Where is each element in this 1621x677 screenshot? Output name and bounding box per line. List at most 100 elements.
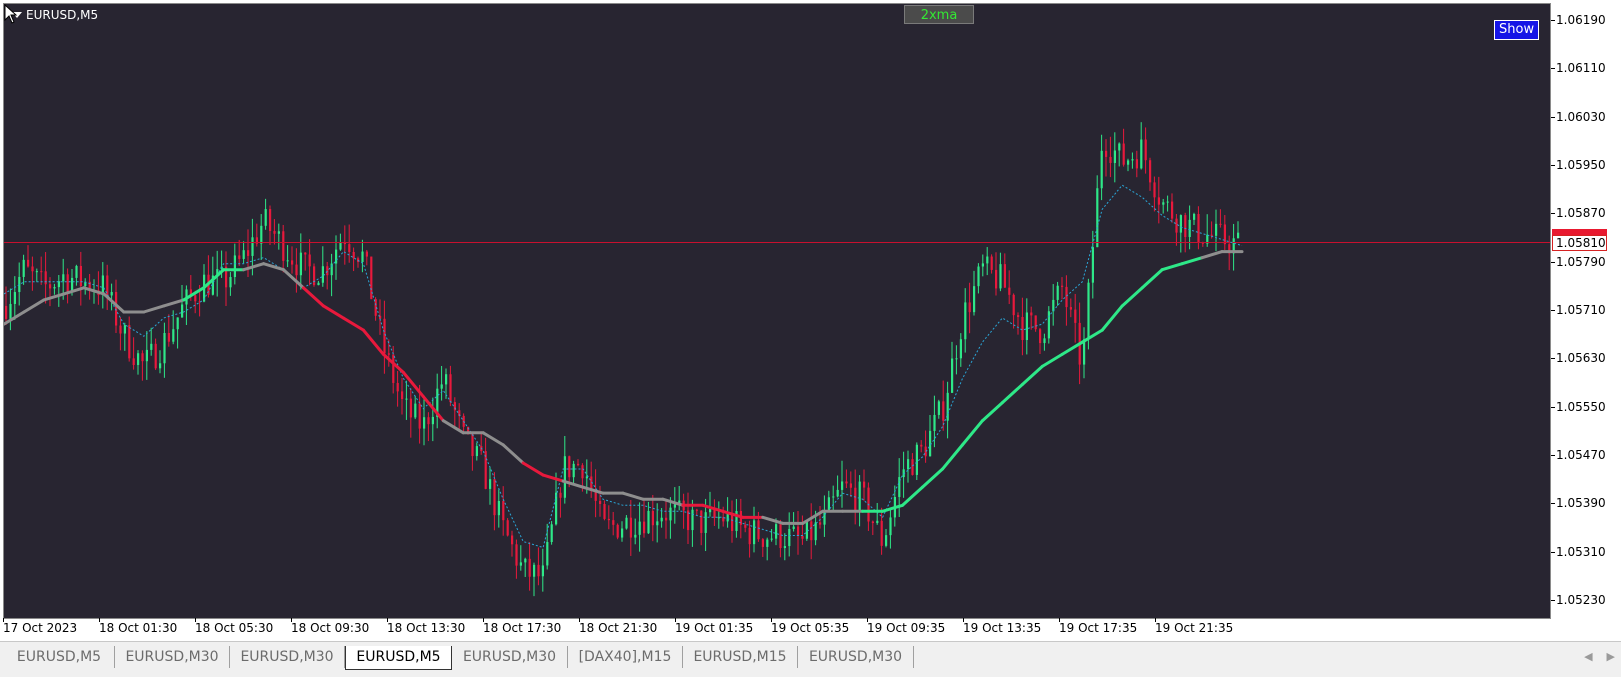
candle-body [889,517,892,536]
price-tick-label: 1.05870 [1551,206,1606,221]
candle-body [599,500,602,504]
candle-body [1215,223,1218,236]
candle-body [841,481,844,490]
candle-body [915,444,918,475]
symbol-label[interactable]: EURUSD,M5 [12,8,98,22]
candle-body [251,237,254,256]
candle-body [858,481,861,511]
show-button[interactable]: Show [1494,20,1540,40]
slow-ma-segment [481,431,505,447]
candle-body [805,521,808,539]
candle-body [1043,338,1046,344]
price-tick-label: 1.06030 [1551,109,1606,124]
candle-body [154,343,157,369]
candle-body [1140,139,1143,169]
candle-body [1175,218,1178,233]
chart-window[interactable]: EURUSD,M5 2xma Show 1.06190 1.06110 1.0603… [0,0,1621,641]
chart-tab[interactable]: EURUSD,M5 [4,646,115,668]
candle-body [1039,329,1042,344]
indicator-badge[interactable]: 2xma [904,5,974,24]
chart-plot-area[interactable]: EURUSD,M5 2xma Show [3,3,1551,619]
candle-body [937,401,940,415]
chart-tab[interactable]: EURUSD,M5 [345,646,452,670]
slow-ma-segment [242,262,266,272]
tab-scroll-left-icon[interactable]: ◀ [1584,650,1592,663]
slow-ma-segment [940,443,964,471]
candle-body [1034,315,1037,330]
slow-ma-segment [142,304,166,314]
candle-body [673,504,676,508]
price-chart[interactable] [4,4,1551,619]
price-axis[interactable]: 1.06190 1.06110 1.06030 1.05950 1.05870 1.057… [1551,3,1621,619]
candle-body [990,256,993,270]
mouse-cursor-icon [4,4,18,24]
candle-body [726,513,729,522]
current-price-label: 1.05810 [1552,235,1607,251]
candle-body [792,526,795,529]
price-tick-label: 1.05710 [1551,303,1606,317]
candle-body [757,520,760,540]
candle-body [1153,182,1156,198]
time-axis[interactable]: 17 Oct 2023 18 Oct 01:30 18 Oct 05:30 18 Oc… [0,618,1552,641]
slow-ma-segment [42,292,66,302]
price-tick-label: 1.06190 [1551,13,1606,28]
candle-body [537,564,540,577]
chart-tab[interactable]: EURUSD,M30 [452,646,568,668]
slow-ma-segment [1080,328,1104,344]
chart-tab[interactable]: EURUSD,M30 [115,646,230,668]
candle-body [484,451,487,489]
candle-body [546,542,549,566]
price-tick-label: 1.05470 [1551,447,1606,462]
candle-body [326,266,329,276]
slow-ma-segment [262,262,286,272]
candle-body [977,266,980,287]
candle-body [973,286,976,313]
candle-body [849,483,852,488]
candle-body [625,517,628,529]
candle-body [286,260,289,262]
candle-body [317,282,320,286]
candle-body [1179,215,1182,233]
candle-body [176,317,179,330]
candle-body [1008,287,1011,295]
candle-body [1105,150,1108,157]
candle-body [299,252,302,276]
candle-body [643,521,646,534]
candle-body [999,264,1002,289]
candle-body [409,398,412,418]
candle-body [123,325,126,334]
candle-body [528,558,531,577]
candle-body [876,520,879,524]
candle-body [40,271,43,273]
candle-body [819,522,822,525]
time-tick-label: 19 Oct 01:35 [675,618,754,635]
candle-body [229,277,232,288]
chart-tab[interactable]: EURUSD,M30 [798,646,914,668]
tab-scroll-right-icon[interactable]: ▶ [1607,650,1615,663]
time-tick-label: 19 Oct 09:35 [867,618,946,635]
slow-ma-segment [561,479,585,489]
candle-body [871,521,874,524]
candle-body [365,251,368,257]
chart-tab[interactable]: [DAX40],M15 [568,646,683,668]
candle-body [854,487,857,511]
candle-body [1135,159,1138,169]
candle-body [634,534,637,538]
candle-body [955,358,958,360]
time-tick-label: 19 Oct 05:35 [771,618,850,635]
slow-ma-segment [901,485,925,507]
chart-tab[interactable]: EURUSD,M30 [230,646,345,668]
candle-body [968,302,971,313]
chart-tab-bar: EURUSD,M5 EURUSD,M30 EURUSD,M30 EURUSD,M5 EU… [0,641,1621,677]
candle-body [1188,219,1191,238]
candle-body [1210,234,1213,236]
candle-body [313,266,316,286]
candle-body [1017,315,1020,317]
candle-body [1131,159,1134,161]
candle-body [1122,143,1125,165]
price-tick-label: 1.05790 [1551,254,1606,269]
candle-body [115,292,118,326]
chart-tab[interactable]: EURUSD,M15 [683,646,798,668]
candle-body [13,292,16,304]
candle-body [335,249,338,264]
